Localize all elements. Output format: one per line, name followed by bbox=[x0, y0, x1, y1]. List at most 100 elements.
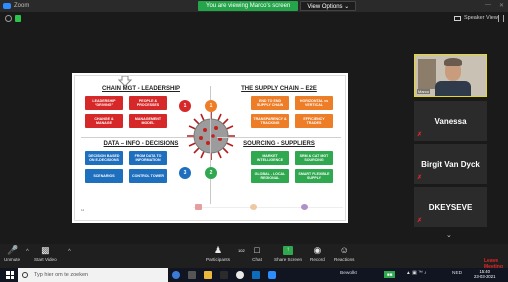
share-banner: You are viewing Marco's screen View Opti… bbox=[198, 1, 357, 11]
share-screen-button[interactable]: ↑ Share Screen bbox=[274, 246, 302, 262]
tray-icons[interactable]: ▲ ▣ ™ ♪ bbox=[406, 271, 426, 276]
weather-label: Bewolkt bbox=[340, 271, 357, 276]
footer-logo-icon bbox=[195, 204, 202, 210]
efficiency-box: EFFICIENCY TRADES bbox=[295, 114, 333, 128]
mic-muted-icon: ✗ bbox=[417, 218, 423, 224]
global-local-box: GLOBAL - LOCAL REGIONAL bbox=[251, 169, 289, 183]
meeting-controls: 🎤 Unmute ^ ▩ Start Video ^ ♟ Participant… bbox=[0, 244, 508, 270]
chat-icon: □ bbox=[254, 245, 260, 255]
taskbar-search[interactable]: Typ hier om te zoeken bbox=[18, 268, 168, 282]
srm-sourcing-box: SRM & CAT MGT SOURCING bbox=[295, 151, 333, 165]
meeting-topbar: Speaker View bbox=[0, 12, 508, 26]
audio-options-caret-icon[interactable]: ^ bbox=[26, 249, 29, 255]
leadership-driving-box: LEADERSHIP “DRIVING” bbox=[85, 96, 123, 110]
supply-chain-title: THE SUPPLY CHAIN – E2E bbox=[241, 86, 317, 92]
security-lock-icon[interactable] bbox=[15, 15, 21, 22]
chat-button[interactable]: □ Chat bbox=[252, 245, 262, 263]
zoom-window: Zoom You are viewing Marco's screen View… bbox=[0, 0, 508, 282]
chat-label: Chat bbox=[252, 257, 262, 262]
coronavirus-image bbox=[187, 112, 235, 160]
speaker-body bbox=[435, 81, 471, 96]
start-video-button[interactable]: ▩ Start Video bbox=[34, 245, 57, 263]
leadership-title: CHAIN MGT - LEADERSHIP bbox=[102, 86, 180, 92]
tray-status-badge: ■■ bbox=[384, 271, 396, 278]
data-to-information-box: FROM DATA TO INFORMATION bbox=[129, 151, 167, 165]
info-icon[interactable] bbox=[5, 15, 12, 22]
speaker-view-button[interactable]: Speaker View bbox=[454, 15, 498, 21]
file-explorer-icon[interactable] bbox=[204, 271, 212, 279]
shared-slide: CHAIN MGT - LEADERSHIP LEADERSHIP “DRIVI… bbox=[72, 73, 348, 223]
record-label: Record bbox=[310, 257, 325, 262]
store-icon[interactable] bbox=[220, 271, 228, 279]
data-number: 3 bbox=[179, 167, 191, 179]
change-manage-box: CHANGE & MANAGE bbox=[85, 114, 123, 128]
participants-label: Participants bbox=[206, 257, 231, 262]
unmute-label: Unmute bbox=[4, 257, 21, 262]
management-model-box: MANAGEMENT MODEL bbox=[129, 114, 167, 128]
reactions-icon: ☺ bbox=[339, 245, 349, 255]
window-controls: — ✕ bbox=[485, 2, 504, 9]
participants-count: 102 bbox=[238, 248, 245, 253]
transparency-box: TRANSPARENCY & TRACKING bbox=[251, 114, 289, 128]
record-icon: ◉ bbox=[313, 245, 322, 255]
more-participants-chevron-icon[interactable]: ⌄ bbox=[446, 231, 452, 239]
viewing-screen-label: You are viewing Marco's screen bbox=[198, 1, 299, 11]
video-off-icon: ▩ bbox=[41, 245, 50, 255]
mic-muted-icon: 🎤 bbox=[7, 245, 19, 255]
active-speaker-video[interactable]: Marco bbox=[414, 54, 487, 97]
end-to-end-box: END TO END SUPPLY CHAIN bbox=[251, 96, 289, 110]
right-divider bbox=[217, 137, 341, 138]
record-button[interactable]: ◉ Record bbox=[310, 245, 325, 263]
search-placeholder: Typ hier om te zoeken bbox=[34, 272, 89, 278]
chrome-icon[interactable] bbox=[236, 271, 244, 279]
footer-logo-icon bbox=[250, 204, 257, 210]
title-bar: Zoom You are viewing Marco's screen View… bbox=[0, 0, 508, 12]
scenarios-box: SCENARIOS bbox=[85, 169, 123, 183]
mic-muted-icon: ✗ bbox=[417, 175, 423, 181]
speaker-hair bbox=[444, 58, 462, 66]
arrow-down-icon bbox=[118, 76, 132, 86]
close-icon[interactable]: ✕ bbox=[499, 2, 504, 9]
mic-muted-icon: ✗ bbox=[417, 132, 423, 138]
taskbar-clock[interactable]: 15:40 23-03-2021 bbox=[474, 269, 495, 280]
participant-name: Vanessa bbox=[434, 116, 467, 126]
search-icon bbox=[22, 272, 28, 278]
reactions-label: Reactions bbox=[334, 257, 355, 262]
participant-tile[interactable]: Birgit Van Dyck ✗ bbox=[414, 144, 487, 184]
e-decisions-box: DECISION BASED ON E-DECISIONS bbox=[85, 151, 123, 165]
participant-tile[interactable]: DKEYSEVE ✗ bbox=[414, 187, 487, 227]
slide-footer-line bbox=[193, 207, 343, 208]
zoom-logo-icon bbox=[3, 3, 11, 9]
people-processes-box: PEOPLE & PROCESSES bbox=[129, 96, 167, 110]
minimize-icon[interactable]: — bbox=[485, 2, 491, 9]
view-options-button[interactable]: View Options ⌄ bbox=[300, 1, 357, 11]
windows-start-icon[interactable] bbox=[6, 271, 14, 279]
control-tower-box: CONTROL TOWER bbox=[129, 169, 167, 183]
sourcing-title: SOURCING - SUPPLIERS bbox=[243, 141, 315, 147]
edge-icon[interactable] bbox=[172, 271, 180, 279]
speaker-view-label: Speaker View bbox=[464, 15, 498, 21]
task-view-icon[interactable] bbox=[188, 271, 196, 279]
fullscreen-icon[interactable] bbox=[498, 15, 504, 22]
participant-name: DKEYSEVE bbox=[428, 202, 473, 212]
start-video-label: Start Video bbox=[34, 257, 57, 262]
sourcing-number: 2 bbox=[205, 167, 217, 179]
participants-button[interactable]: ♟ Participants bbox=[206, 246, 231, 263]
unmute-button[interactable]: 🎤 Unmute bbox=[4, 245, 21, 263]
share-screen-icon: ↑ bbox=[283, 246, 294, 255]
participant-tile[interactable]: Vanessa ✗ bbox=[414, 101, 487, 141]
share-screen-label: Share Screen bbox=[274, 257, 303, 262]
zoom-taskbar-icon[interactable] bbox=[268, 271, 276, 279]
reactions-button[interactable]: ☺ Reactions bbox=[334, 245, 355, 263]
clock-date: 23-03-2021 bbox=[474, 274, 496, 280]
language-label[interactable]: NED bbox=[452, 271, 462, 276]
supply-chain-number: 1 bbox=[205, 100, 217, 112]
footer-logo-icon bbox=[301, 204, 308, 210]
horizontal-vertical-box: HORIZONTAL vs VERTICAL bbox=[295, 96, 333, 110]
outlook-icon[interactable] bbox=[252, 271, 260, 279]
window-title: Zoom bbox=[14, 3, 30, 9]
windows-taskbar: Typ hier om te zoeken Bewolkt ■■ ▲ ▣ ™ ♪… bbox=[0, 268, 508, 282]
video-options-caret-icon[interactable]: ^ bbox=[68, 249, 71, 255]
video-name-label: Marco bbox=[417, 89, 431, 94]
market-intelligence-box: MARKET INTELLIGENCE bbox=[251, 151, 289, 165]
